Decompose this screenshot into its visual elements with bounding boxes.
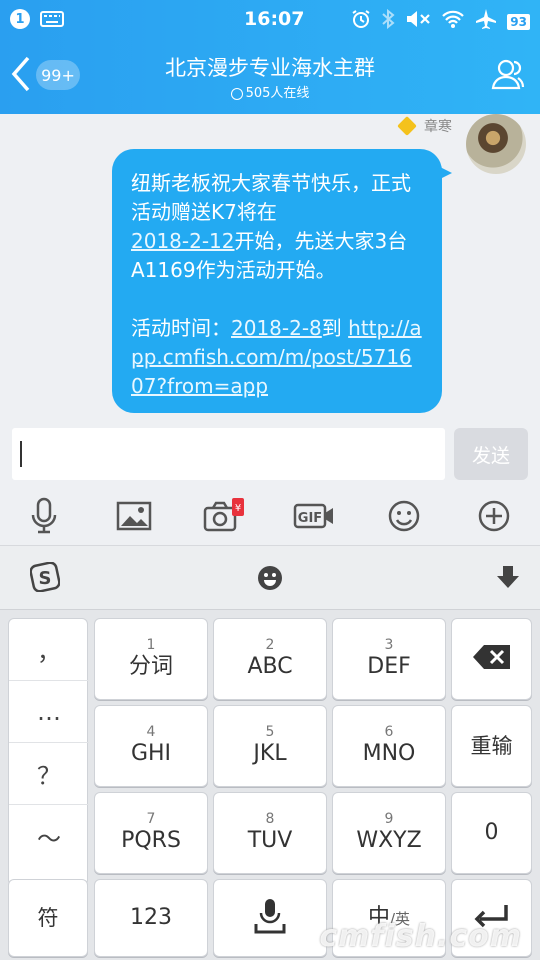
key-number: 8: [265, 811, 275, 827]
online-count: 505人在线: [0, 82, 540, 101]
airplane-icon: [475, 8, 497, 35]
key-4[interactable]: 4 GHI: [94, 705, 208, 787]
status-time: 16:07: [244, 8, 305, 30]
key-number: 5: [265, 724, 275, 740]
sender-name-row: 章寒: [397, 116, 452, 136]
punct-tilde[interactable]: ～: [9, 805, 89, 867]
wifi-icon: [441, 9, 465, 34]
microphone-icon[interactable]: [22, 496, 66, 536]
retype-label: 重输: [470, 734, 513, 758]
punctuation-column[interactable]: ， … ？ ～: [8, 618, 89, 886]
key-1[interactable]: 1 分词: [94, 618, 208, 700]
alarm-icon: [351, 9, 371, 34]
key-label: PQRS: [121, 828, 181, 853]
online-check-icon: [230, 87, 243, 100]
punct-question[interactable]: ？: [9, 743, 89, 805]
gif-icon[interactable]: GIF: [292, 496, 336, 536]
key-8[interactable]: 8 TUV: [213, 792, 327, 874]
keyboard: S ， … ？ ～ 1 分词 2 ABC 3 DEF 4 GHI 5 JKL 6…: [0, 546, 540, 960]
punct-comma[interactable]: ，: [9, 619, 89, 681]
key-0[interactable]: 0: [451, 792, 532, 874]
symbol-label: 符: [37, 906, 59, 930]
notification-badge: 1: [10, 9, 30, 29]
key-number: 2: [265, 637, 275, 653]
image-icon[interactable]: [112, 496, 156, 536]
symbol-key[interactable]: 符: [8, 879, 88, 957]
key-label: ABC: [247, 654, 293, 679]
svg-text:GIF: GIF: [298, 511, 322, 526]
retype-key[interactable]: 重输: [451, 705, 532, 787]
message-input[interactable]: [12, 428, 445, 480]
voice-space-icon: [250, 896, 290, 940]
chat-title: 北京漫步专业海水主群: [165, 56, 375, 80]
watermark: cmfish.com: [319, 919, 522, 954]
key-6[interactable]: 6 MNO: [332, 705, 446, 787]
mute-icon: [405, 9, 431, 34]
plus-icon[interactable]: [472, 496, 516, 536]
input-bar: 发送: [0, 422, 540, 488]
voice-space-key[interactable]: [213, 879, 327, 957]
key-label: TUV: [247, 828, 293, 853]
emoji-icon[interactable]: [382, 496, 426, 536]
keyboard-icon: [40, 11, 64, 27]
member-level-icon: [397, 116, 417, 136]
key-label: 分词: [128, 654, 173, 679]
online-count-text: 505人在线: [245, 86, 310, 101]
key-2[interactable]: 2 ABC: [213, 618, 327, 700]
sogou-logo-icon[interactable]: S: [29, 561, 61, 596]
key-number: 6: [384, 724, 394, 740]
keyboard-emoji-icon[interactable]: [256, 564, 284, 596]
key-5[interactable]: 5 JKL: [213, 705, 327, 787]
key-label: WXYZ: [356, 828, 422, 853]
chat-area[interactable]: 章寒 纽斯老板祝大家春节快乐，正式活动赠送K7将在 2018-2-12开始，先送…: [0, 114, 540, 422]
message-date-link-2[interactable]: 2018-2-8: [231, 316, 322, 340]
sender-name: 章寒: [424, 119, 452, 135]
hide-keyboard-icon[interactable]: [496, 564, 520, 594]
svg-text:¥: ¥: [235, 503, 241, 514]
message-text-1: 纽斯老板祝大家春节快乐，正式活动赠送K7将在: [131, 171, 411, 224]
chat-toolbar: ¥ GIF: [0, 488, 540, 546]
message-bubble[interactable]: 纽斯老板祝大家春节快乐，正式活动赠送K7将在 2018-2-12开始，先送大家3…: [112, 149, 452, 413]
text-caret: [20, 441, 22, 467]
top-bar: 1 16:07 93 99+ 北京漫步专业海水主群 505人在线: [0, 0, 540, 114]
message-text-4: 到: [321, 316, 342, 340]
key-number: 4: [146, 724, 156, 740]
numbers-label: 123: [130, 905, 172, 930]
backspace-key[interactable]: [451, 618, 532, 700]
key-label: JKL: [253, 741, 287, 766]
message-text-3: 活动时间：: [131, 316, 231, 340]
keyboard-toolbar: S: [0, 546, 540, 610]
key-number: 9: [384, 811, 394, 827]
numbers-key[interactable]: 123: [94, 879, 208, 957]
key-7[interactable]: 7 PQRS: [94, 792, 208, 874]
message-date-link-1[interactable]: 2018-2-12: [131, 229, 235, 253]
status-bar: 1 16:07 93: [0, 0, 540, 40]
avatar[interactable]: [466, 114, 526, 174]
group-members-icon[interactable]: [490, 56, 526, 92]
zero-label: 0: [484, 820, 499, 845]
camera-redpacket-icon[interactable]: ¥: [202, 496, 246, 536]
punct-ellipsis[interactable]: …: [9, 681, 89, 743]
key-number: 7: [146, 811, 156, 827]
bluetooth-icon: [381, 8, 395, 34]
send-button[interactable]: 发送: [454, 428, 528, 480]
key-label: GHI: [130, 741, 172, 766]
key-9[interactable]: 9 WXYZ: [332, 792, 446, 874]
key-3[interactable]: 3 DEF: [332, 618, 446, 700]
key-number: 1: [146, 637, 156, 653]
key-label: DEF: [367, 654, 411, 679]
backspace-icon: [472, 644, 512, 674]
key-label: MNO: [362, 741, 416, 766]
svg-text:S: S: [39, 568, 52, 589]
key-number: 3: [384, 637, 394, 653]
battery-icon: 93: [507, 13, 530, 30]
